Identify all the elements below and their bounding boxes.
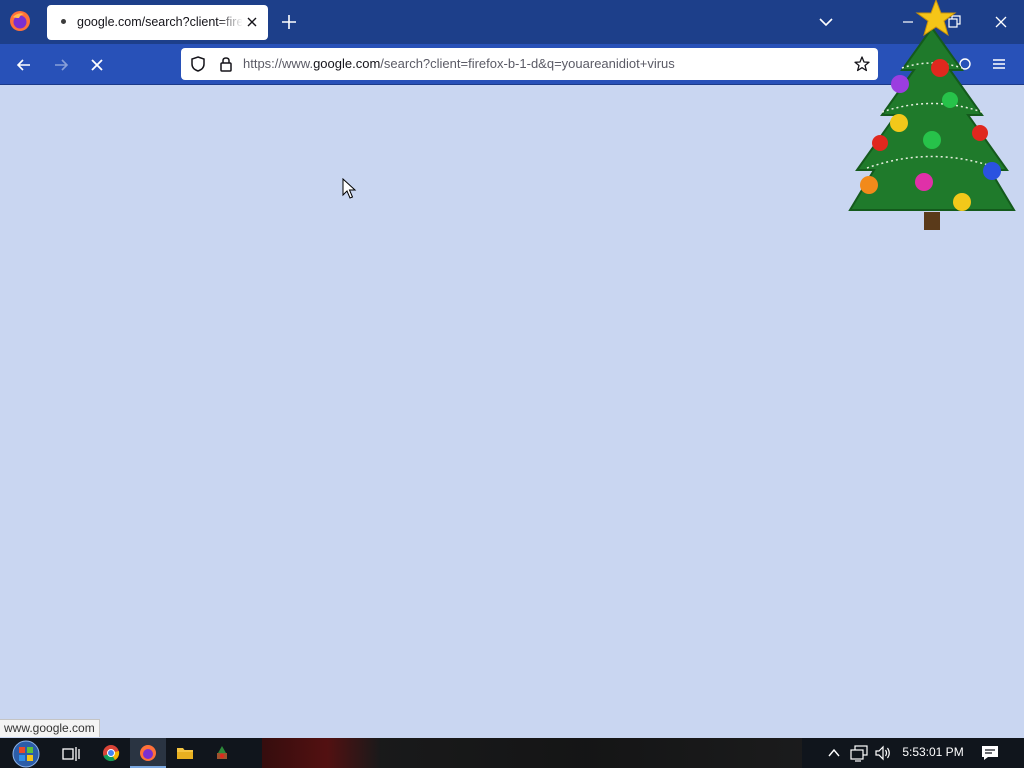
notification-center-icon[interactable]	[980, 744, 1000, 762]
url-scheme: https://www.	[243, 56, 314, 71]
taskbar-blurred-region	[262, 738, 802, 768]
mouse-cursor-icon	[342, 178, 357, 199]
close-tab-icon[interactable]	[244, 14, 260, 30]
taskbar-firefox[interactable]	[130, 738, 166, 768]
start-button-icon[interactable]	[4, 739, 48, 768]
lock-icon[interactable]	[217, 55, 235, 73]
firefox-logo-icon[interactable]	[9, 10, 31, 32]
file-explorer-icon	[177, 748, 193, 759]
christmas-tree-icon	[848, 0, 1016, 230]
url-host: google.com	[313, 56, 381, 71]
url-text[interactable]: https://www.google.com/search?client=fir…	[243, 56, 843, 73]
stop-loading-icon[interactable]	[87, 55, 107, 75]
status-link-preview: www.google.com	[0, 719, 100, 737]
task-view-icon[interactable]	[60, 743, 82, 765]
chevron-up-icon[interactable]	[826, 745, 842, 761]
loading-dot-icon	[61, 19, 66, 24]
forward-arrow-icon[interactable]	[51, 55, 71, 75]
chrome-icon	[103, 745, 120, 762]
taskbar: 5:53:01 PM	[0, 738, 1024, 768]
tab-active[interactable]: google.com/search?client=firefox-b-1-d&q…	[47, 5, 268, 40]
taskbar-file-explorer[interactable]	[167, 738, 203, 768]
chevron-down-icon[interactable]	[817, 13, 835, 31]
volume-icon[interactable]	[874, 744, 892, 762]
tab-title-fade	[217, 13, 243, 33]
network-icon[interactable]	[850, 744, 868, 762]
taskbar-app[interactable]	[204, 738, 240, 768]
new-tab-icon[interactable]	[280, 13, 298, 31]
app-icon	[217, 746, 227, 759]
firefox-icon	[140, 745, 156, 761]
address-bar[interactable]: https://www.google.com/search?client=fir…	[181, 48, 878, 80]
taskbar-clock[interactable]: 5:53:01 PM	[902, 745, 964, 761]
tracking-shield-icon[interactable]	[189, 55, 207, 73]
back-arrow-icon[interactable]	[14, 55, 34, 75]
url-path: /search?client=firefox-b-1-d&q=youareani…	[380, 56, 675, 71]
taskbar-chrome[interactable]	[93, 738, 129, 768]
